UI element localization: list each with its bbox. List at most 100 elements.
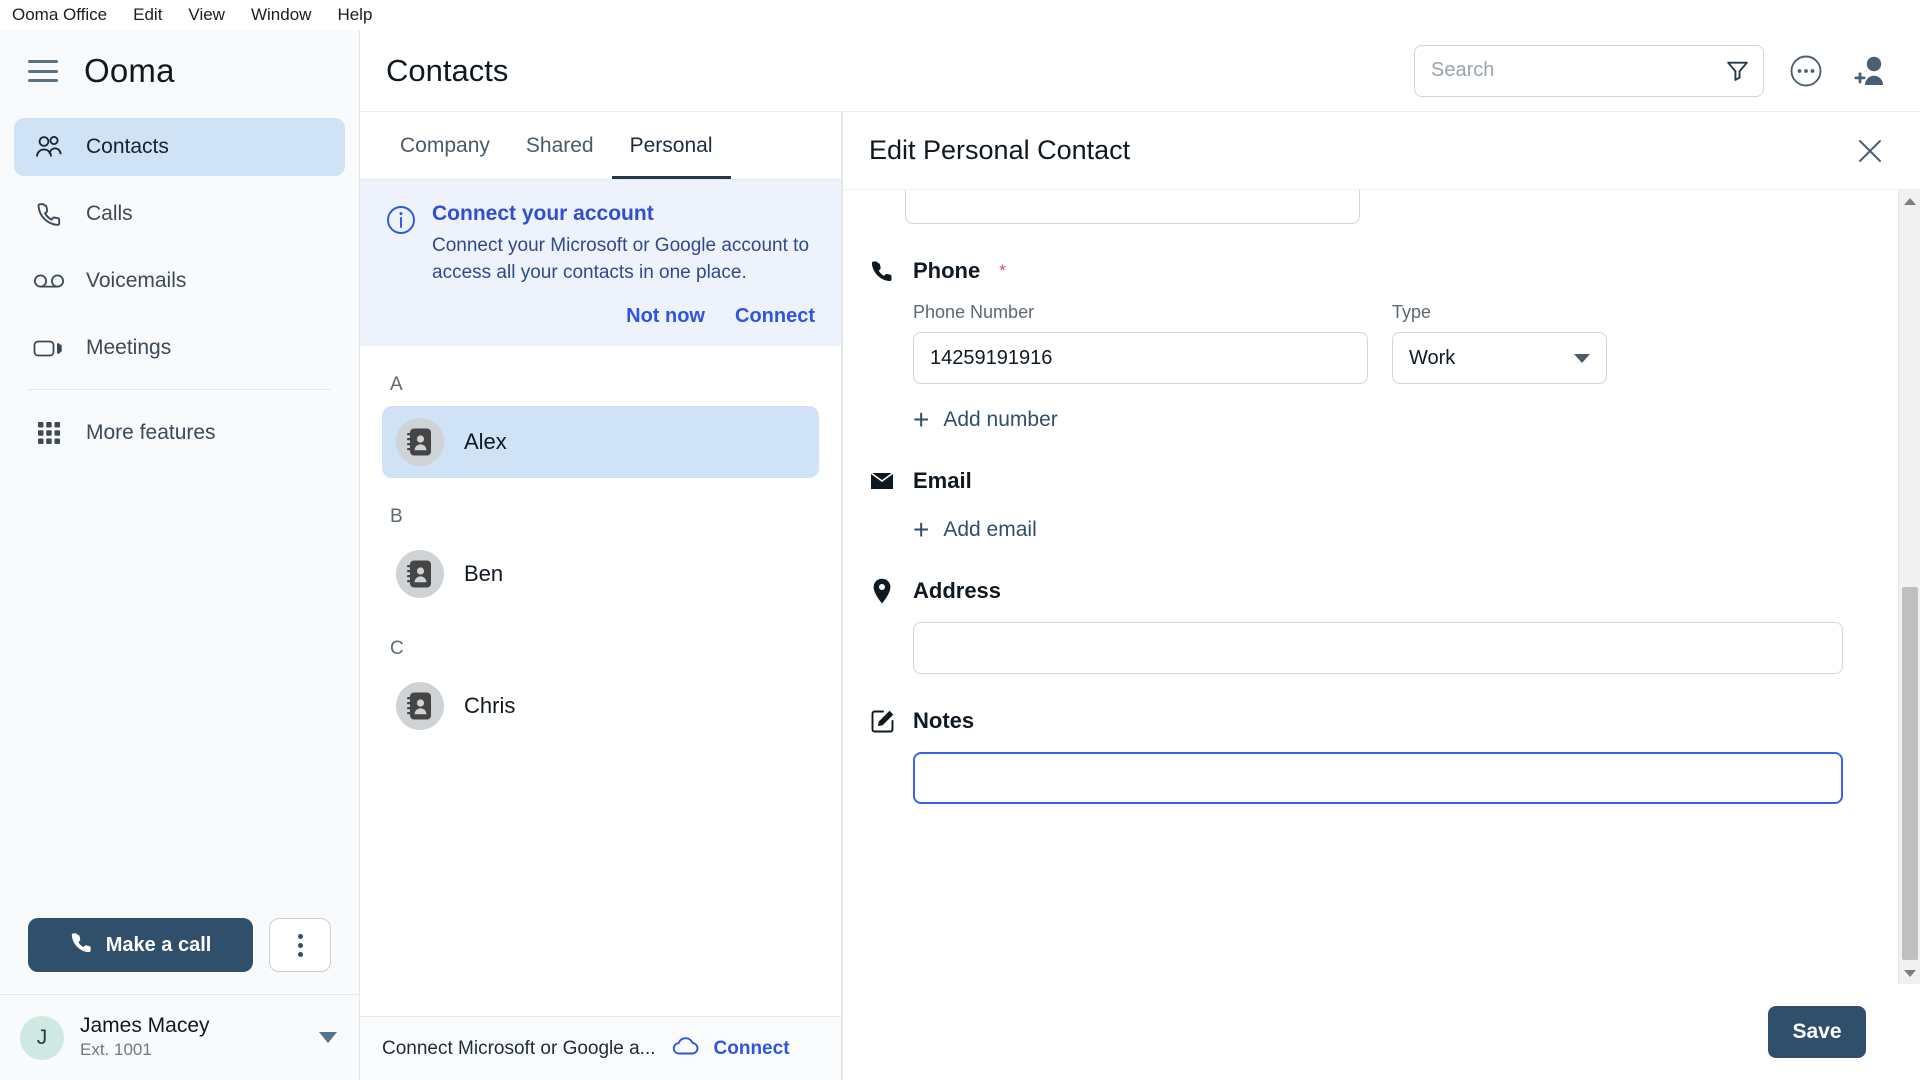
section-letter-a: A — [382, 346, 819, 406]
phone-type-field-group: Type Work — [1392, 302, 1607, 384]
sidebar-item-more-features[interactable]: More features — [14, 404, 345, 462]
menu-item-ooma-office[interactable]: Ooma Office — [12, 5, 107, 25]
sidebar-item-voicemails[interactable]: Voicemails — [14, 252, 345, 310]
make-a-call-label: Make a call — [106, 934, 212, 957]
search-input[interactable] — [1415, 59, 1712, 82]
plus-icon: + — [913, 516, 929, 544]
menu-item-view[interactable]: View — [188, 5, 225, 25]
banner-body: Connect your account Connect your Micros… — [432, 202, 815, 328]
voicemail-icon — [32, 266, 66, 296]
call-options-kebab-button[interactable] — [269, 918, 331, 972]
sidebar-item-label: More features — [86, 421, 216, 445]
phone-icon — [70, 931, 93, 960]
contact-name: Chris — [464, 693, 515, 719]
sidebar-item-label: Voicemails — [86, 269, 186, 293]
tab-shared[interactable]: Shared — [508, 112, 612, 179]
menu-item-edit[interactable]: Edit — [133, 5, 162, 25]
phone-number-input[interactable]: 14259191916 — [913, 332, 1368, 384]
banner-actions: Not now Connect — [432, 305, 815, 328]
video-icon — [32, 333, 66, 363]
scrollbar-thumb[interactable] — [1902, 587, 1918, 960]
address-section: Address — [869, 578, 1898, 674]
call-actions-row: Make a call — [0, 918, 359, 994]
tab-personal[interactable]: Personal — [612, 112, 731, 179]
notes-section-title: Notes — [913, 708, 974, 734]
add-email-button[interactable]: + Add email — [869, 516, 1898, 544]
contacts-icon — [32, 132, 66, 162]
note-edit-icon — [869, 709, 895, 734]
phone-section-title: Phone — [913, 258, 980, 284]
list-item[interactable]: Ben — [382, 538, 819, 610]
menu-item-window[interactable]: Window — [251, 5, 311, 25]
scroll-down-arrow-icon[interactable] — [1904, 962, 1916, 984]
contacts-tabs: Company Shared Personal — [360, 112, 841, 180]
list-item[interactable]: Alex — [382, 406, 819, 478]
sidebar-item-label: Contacts — [86, 135, 169, 159]
connect-button[interactable]: Connect — [735, 305, 815, 328]
content-area: Company Shared Personal Connect your acc… — [360, 112, 1920, 1080]
user-profile-bar[interactable]: J James Macey Ext. 1001 — [0, 994, 359, 1080]
add-email-label: Add email — [943, 518, 1036, 542]
location-pin-icon — [869, 578, 895, 604]
contact-card-icon — [396, 682, 444, 730]
user-name: James Macey — [80, 1014, 303, 1038]
notes-input[interactable] — [913, 752, 1843, 804]
save-button[interactable]: Save — [1768, 1006, 1866, 1058]
brand-name: Ooma — [84, 52, 175, 90]
phone-field-row: Phone Number 14259191916 Type Work — [869, 302, 1898, 384]
sidebar-item-calls[interactable]: Calls — [14, 185, 345, 243]
address-field-row — [869, 622, 1898, 674]
close-icon[interactable] — [1850, 131, 1890, 171]
panel-scrollbar[interactable] — [1898, 190, 1920, 984]
notes-section: Notes — [869, 708, 1898, 804]
phone-section: Phone * Phone Number 14259191916 Type — [869, 258, 1898, 434]
chevron-down-icon[interactable] — [319, 1032, 337, 1043]
address-section-title: Address — [913, 578, 1001, 604]
sidebar-item-meetings[interactable]: Meetings — [14, 319, 345, 377]
phone-icon — [32, 199, 66, 229]
search-box[interactable] — [1414, 45, 1764, 97]
phone-number-field-group: Phone Number 14259191916 — [913, 302, 1368, 384]
add-person-icon[interactable] — [1848, 49, 1892, 93]
scrolled-partial-field[interactable] — [905, 190, 1360, 224]
email-section-header: Email — [869, 468, 1898, 494]
notes-field-row — [869, 752, 1898, 804]
menu-item-help[interactable]: Help — [337, 5, 372, 25]
phone-number-label: Phone Number — [913, 302, 1368, 323]
contact-card-icon — [396, 550, 444, 598]
app-shell: Ooma Contacts — [0, 30, 1920, 1080]
add-number-button[interactable]: + Add number — [869, 406, 1898, 434]
tab-company[interactable]: Company — [382, 112, 508, 179]
address-input[interactable] — [913, 622, 1843, 674]
edit-panel-footer: Save — [843, 984, 1920, 1080]
sidebar-item-label: Meetings — [86, 336, 171, 360]
hamburger-menu-icon[interactable] — [28, 60, 58, 82]
make-a-call-button[interactable]: Make a call — [28, 918, 253, 972]
sidebar-item-contacts[interactable]: Contacts — [14, 118, 345, 176]
not-now-button[interactable]: Not now — [626, 305, 705, 328]
os-menu-bar: Ooma Office Edit View Window Help — [0, 0, 1920, 30]
edit-contact-panel: Edit Personal Contact — [842, 112, 1920, 1080]
scrollbar-track[interactable] — [1899, 212, 1920, 962]
contacts-list[interactable]: A — [360, 346, 841, 1016]
more-circle-icon[interactable] — [1784, 49, 1828, 93]
email-section: Email + Add email — [869, 468, 1898, 544]
scroll-up-arrow-icon[interactable] — [1904, 190, 1916, 212]
edit-panel-header: Edit Personal Contact — [843, 112, 1920, 190]
connect-footer-link[interactable]: Connect — [714, 1038, 790, 1060]
phone-section-header: Phone * — [869, 258, 1898, 284]
user-extension: Ext. 1001 — [80, 1039, 303, 1061]
phone-type-select[interactable]: Work — [1392, 332, 1607, 384]
add-number-label: Add number — [943, 408, 1057, 432]
notes-section-header: Notes — [869, 708, 1898, 734]
top-bar: Contacts — [360, 30, 1920, 112]
sidebar-item-label: Calls — [86, 202, 133, 226]
filter-icon[interactable] — [1712, 45, 1763, 97]
info-icon — [386, 202, 416, 328]
edit-panel-title: Edit Personal Contact — [869, 135, 1850, 166]
phone-icon — [869, 259, 895, 283]
connect-account-banner: Connect your account Connect your Micros… — [360, 180, 841, 346]
sidebar-divider — [28, 389, 331, 390]
connect-footer-text: Connect Microsoft or Google a... — [382, 1038, 656, 1060]
list-item[interactable]: Chris — [382, 670, 819, 742]
